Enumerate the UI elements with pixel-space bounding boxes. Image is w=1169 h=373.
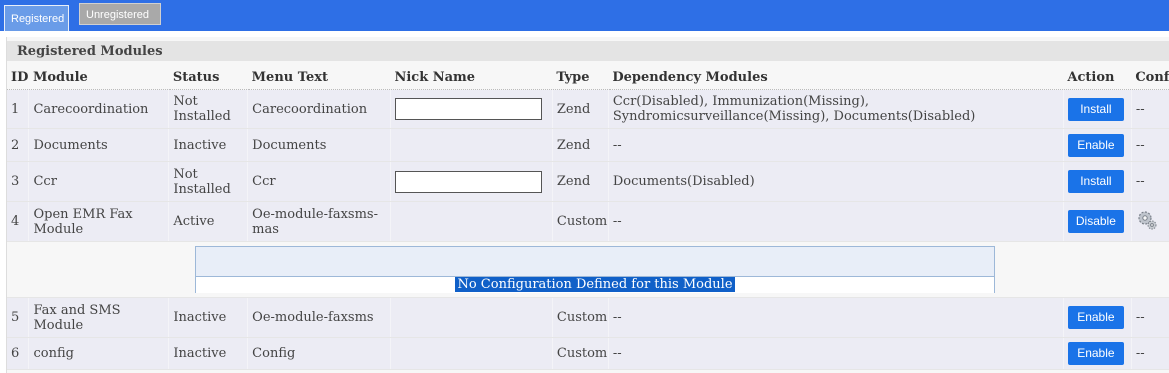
cell-id: 5 (7, 297, 30, 338)
cell-type: Custom (552, 297, 609, 338)
col-conf: Conf (1131, 65, 1169, 90)
cell-id: 6 (7, 337, 30, 370)
table-row: 1 Carecoordination Not Installed Carecoo… (7, 89, 1169, 129)
table-row: 2 Documents Inactive Documents Zend -- E… (7, 128, 1169, 162)
col-nick-name: Nick Name (390, 65, 553, 90)
cell-module: Open EMR Fax Module (28, 201, 170, 242)
cell-menu-text: Documents (247, 128, 391, 162)
cell-menu-text: Config (247, 337, 391, 370)
cell-menu-text: Carecoordination (247, 89, 391, 129)
cell-menu-text: Oe-module-faxsms-mas (247, 201, 391, 242)
cell-status: Not Installed (168, 161, 249, 202)
cell-conf: -- (1131, 161, 1169, 202)
cell-type: Custom (552, 337, 609, 370)
cell-module: Ccr (28, 161, 170, 202)
nick-name-input[interactable] (394, 170, 542, 193)
cell-menu-text: Ccr (247, 161, 391, 202)
top-tab-bar: Registered Unregistered (5) (0, 0, 1169, 43)
config-message: No Configuration Defined for this Module (455, 277, 735, 292)
col-dependency: Dependency Modules (608, 65, 1064, 90)
col-module: Module (28, 65, 169, 90)
cell-nick-name (390, 128, 553, 162)
install-button[interactable]: Install (1067, 97, 1124, 121)
cell-menu-text: Oe-module-faxsms (247, 297, 391, 338)
cell-conf: -- (1131, 297, 1169, 338)
col-action: Action (1063, 65, 1132, 90)
cell-id: 2 (7, 128, 30, 162)
cell-action: Install (1063, 89, 1132, 129)
cell-module: config (28, 337, 170, 370)
cell-nick-name (390, 337, 553, 370)
config-panel-row: No Configuration Defined for this Module (7, 241, 1169, 298)
registered-modules-panel: Registered Modules ID Module Status Menu… (6, 37, 1169, 373)
enable-button[interactable]: Enable (1067, 133, 1124, 157)
cell-dependency: -- (608, 297, 1064, 338)
table-row: 5 Fax and SMS Module Inactive Oe-module-… (7, 297, 1169, 338)
enable-button[interactable]: Enable (1067, 306, 1124, 329)
table-row: 3 Ccr Not Installed Ccr Zend Documents(D… (7, 161, 1169, 202)
cell-type: Zend (552, 161, 609, 202)
col-menu-text: Menu Text (247, 65, 391, 90)
config-box: No Configuration Defined for this Module (195, 246, 995, 293)
table-row: 4 Open EMR Fax Module Active Oe-module-f… (7, 201, 1169, 242)
cell-action: Enable (1063, 337, 1132, 370)
cell-type: Custom (552, 201, 609, 242)
cell-status: Inactive (168, 337, 249, 370)
cell-dependency: -- (608, 128, 1064, 162)
cell-dependency: -- (608, 201, 1064, 242)
col-id: ID (7, 65, 29, 90)
install-button[interactable]: Install (1067, 170, 1124, 193)
enable-button[interactable]: Enable (1067, 342, 1124, 365)
modules-table: ID Module Status Menu Text Nick Name Typ… (7, 65, 1169, 370)
cell-module: Carecoordination (28, 89, 170, 129)
cell-action: Enable (1063, 128, 1132, 162)
panel-title: Registered Modules (7, 41, 1169, 61)
cell-module: Documents (28, 128, 170, 162)
cell-status: Active (168, 201, 249, 242)
cell-module: Fax and SMS Module (28, 297, 170, 338)
cell-action: Install (1063, 161, 1132, 202)
cell-id: 4 (7, 201, 30, 242)
cell-conf (1131, 201, 1169, 242)
cell-id: 1 (7, 89, 30, 129)
cell-type: Zend (552, 128, 609, 162)
cell-id: 3 (7, 161, 30, 202)
cell-nick-name (390, 161, 553, 202)
cell-status: Not Installed (168, 89, 249, 129)
gear-icon[interactable] (1136, 209, 1158, 231)
cell-action: Enable (1063, 297, 1132, 338)
table-header-row: ID Module Status Menu Text Nick Name Typ… (7, 65, 1169, 90)
cell-dependency: -- (608, 337, 1064, 370)
cell-nick-name (390, 89, 553, 129)
cell-type: Zend (552, 89, 609, 129)
cell-nick-name (390, 297, 553, 338)
cell-dependency: Documents(Disabled) (608, 161, 1064, 202)
col-status: Status (168, 65, 248, 90)
nick-name-input[interactable] (394, 98, 542, 120)
table-row: 6 config Inactive Config Custom -- Enabl… (7, 337, 1169, 370)
cell-status: Inactive (168, 128, 249, 162)
tab-registered[interactable]: Registered (4, 5, 69, 31)
cell-conf: -- (1131, 128, 1169, 162)
cell-conf: -- (1131, 89, 1169, 129)
cell-action: Disable (1063, 201, 1132, 242)
disable-button[interactable]: Disable (1067, 210, 1124, 233)
cell-dependency: Ccr(Disabled), Immunization(Missing), Sy… (608, 89, 1064, 129)
tab-unregistered[interactable]: Unregistered (5) (79, 3, 161, 43)
cell-status: Inactive (168, 297, 249, 338)
cell-conf: -- (1131, 337, 1169, 370)
cell-nick-name (390, 201, 553, 242)
col-type: Type (552, 65, 609, 90)
